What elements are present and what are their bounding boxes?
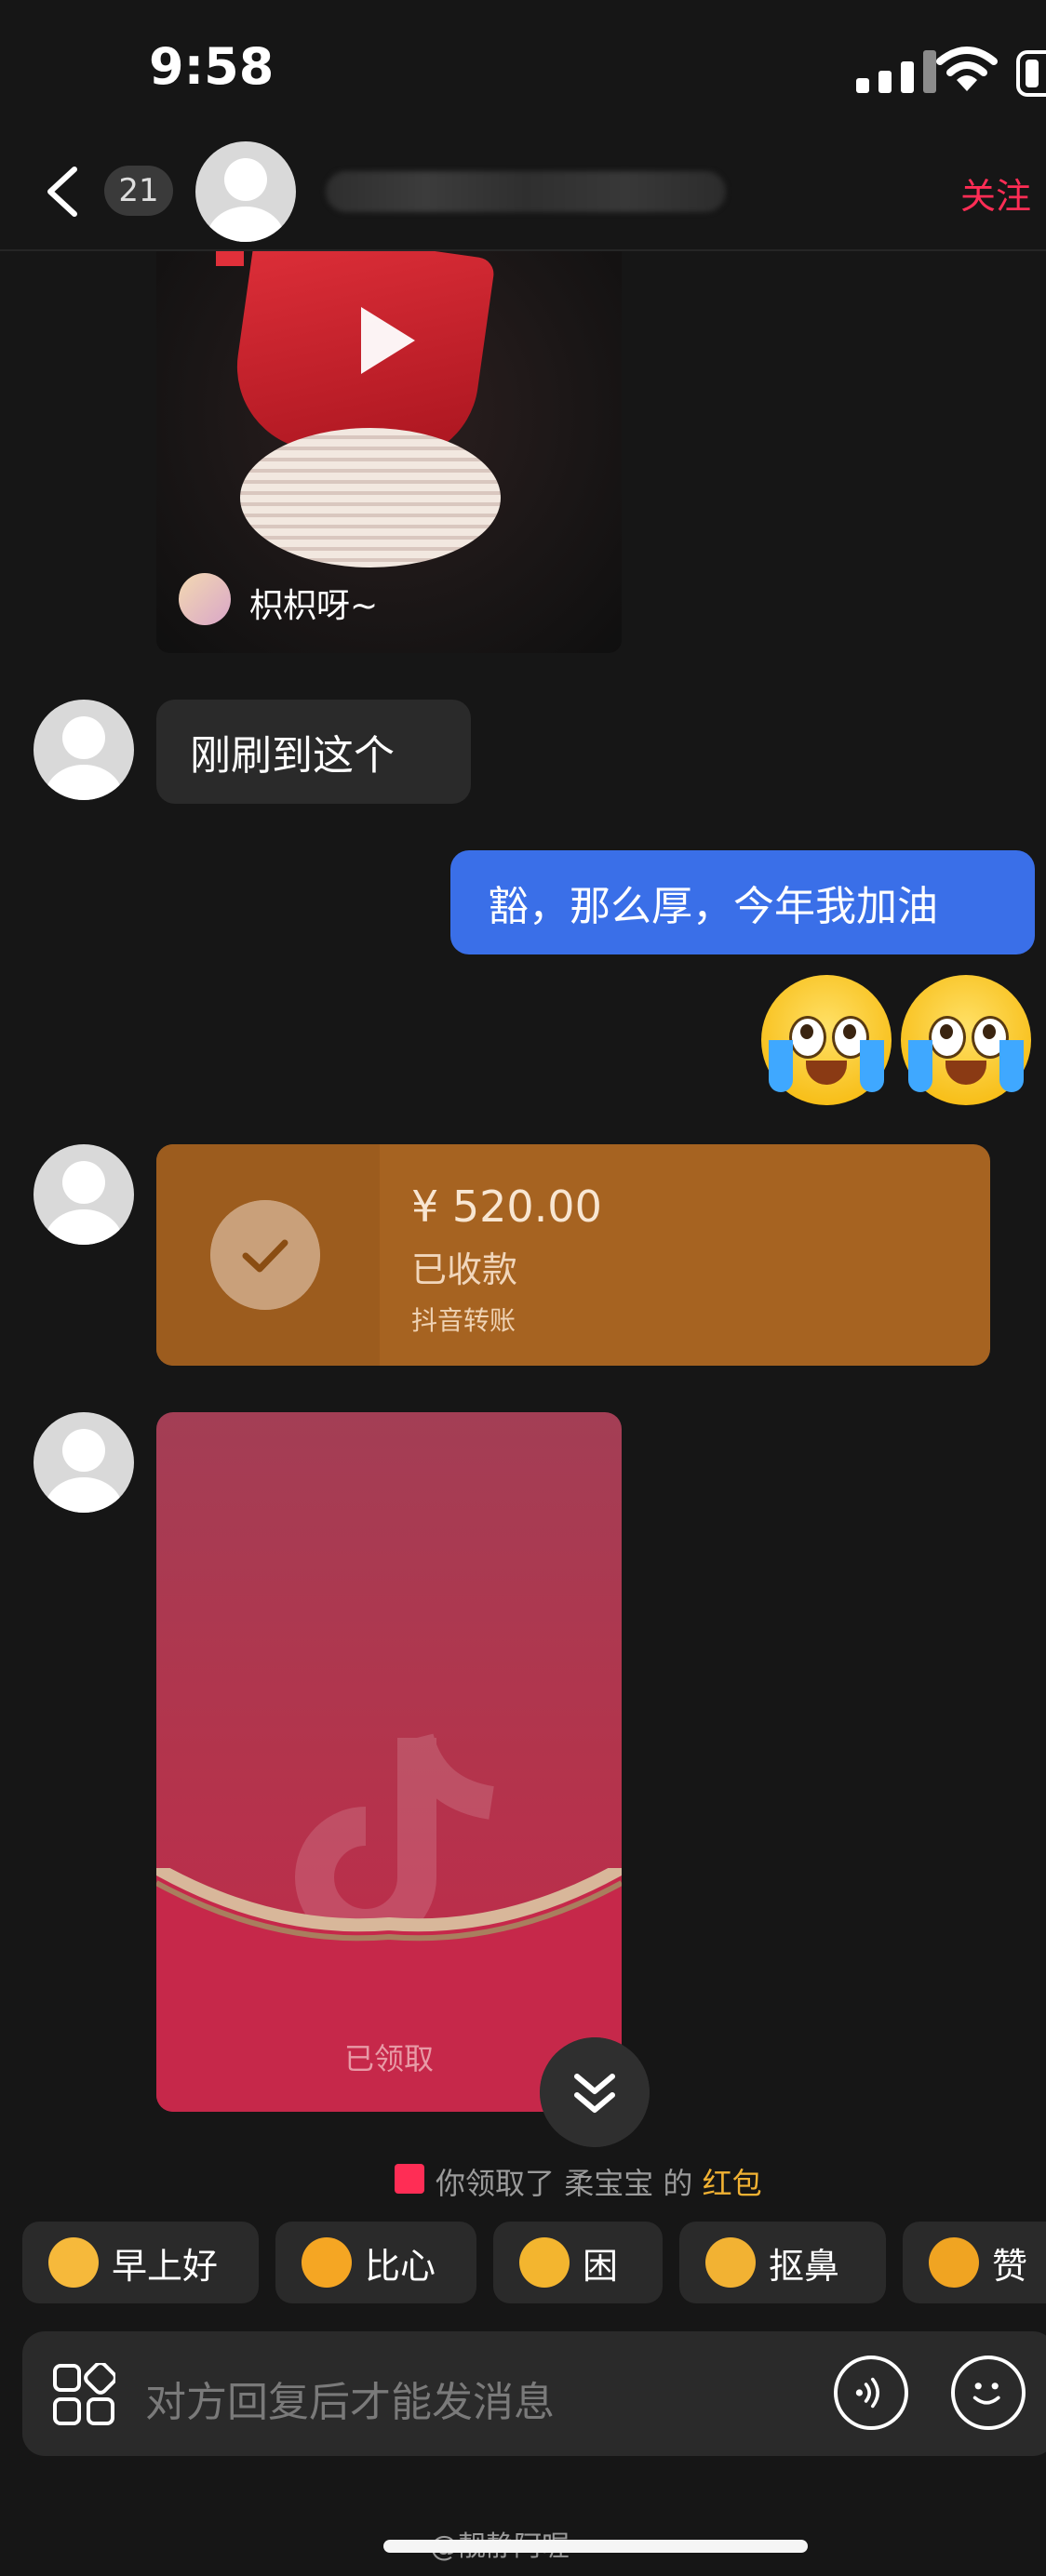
sender-avatar[interactable] bbox=[34, 1144, 134, 1245]
video-author-avatar bbox=[179, 573, 231, 625]
transfer-source: 抖音转账 bbox=[411, 1305, 516, 1336]
quick-reply-label: 早上好 bbox=[112, 2245, 219, 2287]
nose-pick-emoji-icon bbox=[705, 2237, 756, 2288]
sleepy-emoji-icon bbox=[519, 2237, 570, 2288]
thumbs-up-emoji-icon bbox=[929, 2237, 979, 2288]
wifi-icon bbox=[936, 47, 998, 91]
contact-name-blurred bbox=[326, 171, 726, 212]
red-envelope-small-icon bbox=[395, 2164, 424, 2194]
status-time: 9:58 bbox=[149, 37, 275, 96]
sender-avatar[interactable] bbox=[34, 700, 134, 800]
quick-reply-label: 困 bbox=[583, 2245, 619, 2287]
play-icon[interactable] bbox=[361, 307, 415, 374]
home-indicator[interactable] bbox=[383, 2540, 808, 2553]
message-input-placeholder[interactable]: 对方回复后才能发消息 bbox=[145, 2369, 555, 2428]
battery-icon bbox=[1016, 50, 1046, 97]
notice-red-envelope-link[interactable]: 红包 bbox=[703, 2166, 762, 2201]
video-thumbnail-notes bbox=[240, 428, 501, 567]
quick-reply-label: 比心 bbox=[365, 2245, 436, 2287]
quick-reply-chip[interactable]: 早上好 bbox=[22, 2222, 259, 2303]
notice-prefix: 你领取了 bbox=[436, 2166, 556, 2201]
signal-icon bbox=[856, 50, 942, 93]
notice-mid: 的 bbox=[663, 2166, 693, 2201]
scroll-down-button[interactable] bbox=[540, 2037, 650, 2147]
follow-button[interactable]: 关注 bbox=[960, 167, 1031, 219]
incoming-message-bubble[interactable]: 刚刷到这个 bbox=[156, 700, 471, 804]
quick-reply-label: 赞 bbox=[992, 2245, 1028, 2287]
transfer-amount: ¥ 520.00 bbox=[411, 1181, 602, 1232]
heart-hand-emoji-icon bbox=[302, 2237, 352, 2288]
contact-avatar[interactable] bbox=[195, 141, 296, 242]
unread-count-badge: 21 bbox=[104, 166, 173, 216]
video-author-name: 枳枳呀~ bbox=[249, 587, 379, 625]
sender-avatar[interactable] bbox=[34, 1412, 134, 1513]
transfer-card[interactable]: ¥ 520.00 已收款 抖音转账 bbox=[156, 1144, 990, 1366]
crying-emoji-icon[interactable] bbox=[761, 975, 892, 1105]
quick-reply-label: 抠鼻 bbox=[769, 2245, 840, 2287]
sun-emoji-icon bbox=[48, 2237, 99, 2288]
notice-name: 柔宝宝 bbox=[564, 2166, 654, 2201]
quick-reply-chip[interactable]: 比心 bbox=[275, 2222, 476, 2303]
video-tag bbox=[216, 251, 244, 266]
chevron-left-icon[interactable] bbox=[41, 164, 86, 220]
quick-reply-chip[interactable]: 困 bbox=[493, 2222, 663, 2303]
voice-input-icon[interactable] bbox=[834, 2356, 908, 2430]
quick-reply-chip[interactable]: 赞 bbox=[903, 2222, 1046, 2303]
apps-grid-icon[interactable] bbox=[52, 2363, 115, 2426]
envelope-received-notice: 你领取了 柔宝宝 的 红包 bbox=[436, 2160, 762, 2203]
outgoing-message-bubble[interactable]: 豁，那么厚，今年我加油 bbox=[450, 850, 1035, 954]
red-envelope-card[interactable]: 已领取 bbox=[156, 1412, 622, 2112]
checkmark-icon bbox=[210, 1200, 320, 1310]
transfer-status: 已收款 bbox=[411, 1249, 518, 1290]
shared-video-card[interactable]: 枳枳呀~ bbox=[156, 251, 622, 653]
crying-emoji-icon[interactable] bbox=[901, 975, 1031, 1105]
emoji-picker-icon[interactable] bbox=[951, 2356, 1026, 2430]
quick-reply-chip[interactable]: 抠鼻 bbox=[679, 2222, 886, 2303]
